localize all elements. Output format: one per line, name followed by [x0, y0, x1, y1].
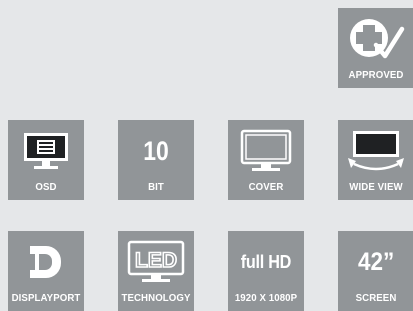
resolution-caption: 1920 X 1080P: [234, 292, 298, 304]
full-hd-badge: full HD 1920 X 1080P: [228, 231, 304, 311]
displayport-badge: DISPLAYPORT: [8, 231, 84, 311]
bit-caption: BIT: [148, 181, 164, 193]
approved-cross-check-icon: [338, 12, 413, 68]
osd-caption: OSD: [35, 181, 57, 193]
cover-badge: COVER: [228, 120, 304, 200]
led-monitor-icon: LED: [118, 237, 194, 287]
bit-depth-badge: 10 BIT: [118, 120, 194, 200]
wide-view-badge: WIDE VIEW: [338, 120, 413, 200]
osd-badge: OSD: [8, 120, 84, 200]
screen-size-value-area: 42”: [338, 237, 413, 287]
screen-size-value: 42”: [357, 247, 395, 276]
screen-size-badge: 42” SCREEN: [338, 231, 413, 311]
wide-view-caption: WIDE VIEW: [349, 181, 403, 193]
cover-caption: COVER: [248, 181, 284, 193]
screen-caption: SCREEN: [355, 292, 397, 304]
full-hd-value-area: full HD: [228, 237, 304, 287]
technology-caption: TECHNOLOGY: [121, 292, 191, 304]
bit-depth-value: 10: [143, 135, 169, 166]
bit-depth-value-area: 10: [118, 126, 194, 176]
monitor-cover-icon: [228, 126, 304, 176]
approved-badge: APPROVED: [338, 8, 413, 88]
displayport-logo-icon: [8, 237, 84, 287]
approved-caption: APPROVED: [348, 69, 404, 81]
full-hd-value: full HD: [240, 252, 292, 272]
displayport-caption: DISPLAYPORT: [11, 292, 81, 304]
wide-view-icon: [338, 126, 413, 176]
osd-monitor-icon: [8, 126, 84, 176]
led-logo-text: LED: [135, 249, 177, 272]
led-technology-badge: LED TECHNOLOGY: [118, 231, 194, 311]
